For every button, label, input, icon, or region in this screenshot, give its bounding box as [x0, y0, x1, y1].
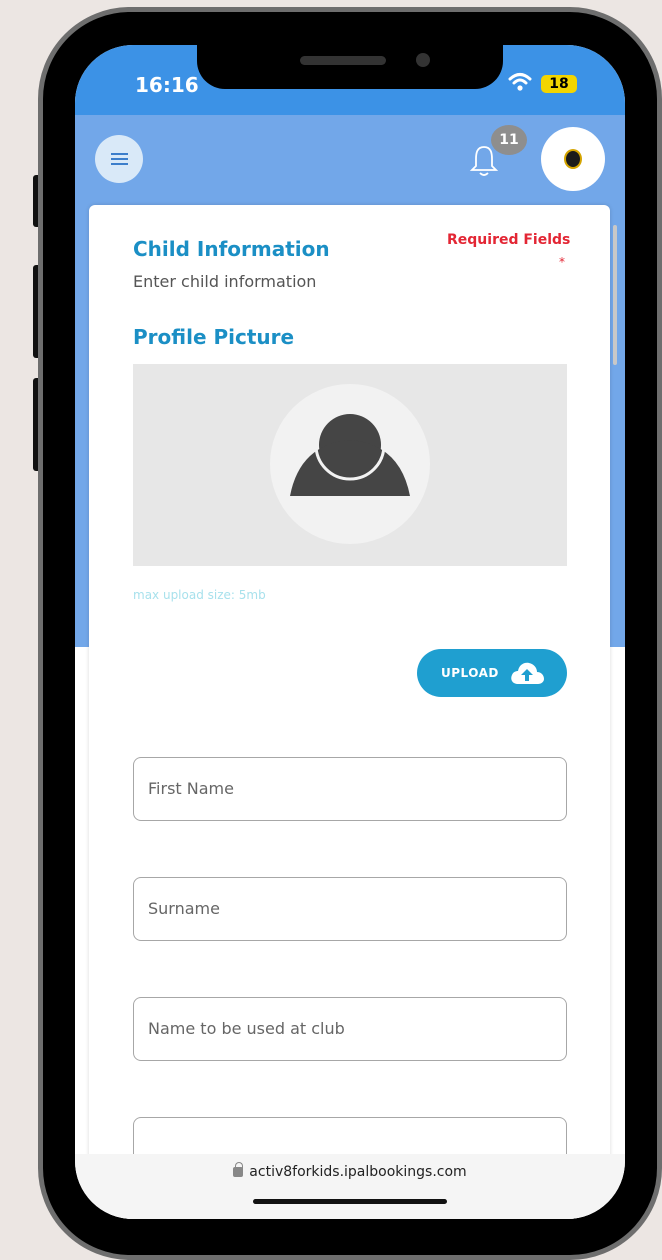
max-upload-size: max upload size: 5mb [133, 588, 266, 602]
notch [197, 45, 503, 89]
required-marker: * [559, 255, 565, 269]
status-time: 16:16 [135, 73, 199, 97]
status-bar: 16:16 18 [75, 45, 625, 115]
section-title: Child Information [133, 237, 330, 261]
lock-icon [233, 1162, 244, 1177]
upload-label: UPLOAD [441, 666, 499, 680]
section-subtitle: Enter child information [133, 272, 317, 291]
speaker-grille [300, 56, 386, 65]
url-text: activ8forkids.ipalbookings.com [249, 1164, 467, 1180]
surname-input[interactable] [148, 878, 548, 938]
child-info-card: Child Information Enter child informatio… [89, 205, 610, 1219]
url-display[interactable]: activ8forkids.ipalbookings.com [75, 1162, 625, 1180]
club-name-input[interactable] [148, 998, 548, 1058]
required-fields-label: Required Fields [447, 232, 571, 248]
upload-button[interactable]: UPLOAD [417, 649, 567, 697]
wifi-icon [508, 73, 532, 91]
battery-indicator: 18 [541, 75, 577, 93]
home-indicator[interactable] [253, 1199, 447, 1204]
profile-picture-preview[interactable] [133, 364, 567, 566]
person-silhouette-icon [270, 384, 430, 544]
first-name-field[interactable] [133, 757, 567, 821]
avatar[interactable] [541, 127, 605, 191]
cloud-upload-icon [511, 662, 544, 684]
profile-picture-title: Profile Picture [133, 325, 295, 349]
hamburger-icon[interactable] [95, 135, 143, 183]
club-name-field[interactable] [133, 997, 567, 1061]
first-name-input[interactable] [148, 758, 548, 818]
front-camera [416, 53, 430, 67]
surname-field[interactable] [133, 877, 567, 941]
app-header: 11 [75, 115, 625, 205]
notification-badge: 11 [491, 125, 527, 155]
browser-url-bar[interactable]: activ8forkids.ipalbookings.com [75, 1154, 625, 1219]
scrollbar[interactable] [613, 225, 617, 365]
phone-screen: 16:16 18 11 Child Information Enter chil… [75, 45, 625, 1219]
club-logo [564, 149, 582, 169]
